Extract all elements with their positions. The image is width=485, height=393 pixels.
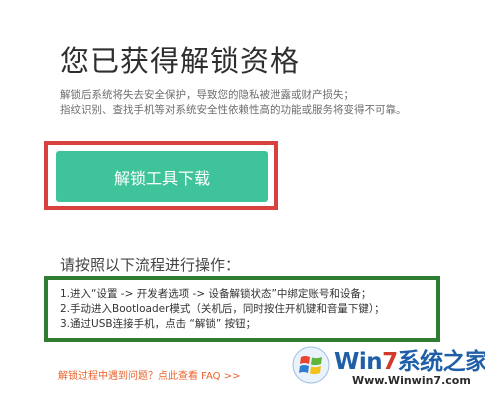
unlock-tool-download-button[interactable]: 解锁工具下载	[56, 151, 268, 202]
page-title: 您已获得解锁资格	[60, 44, 301, 78]
step-item: 1.进入“设置 -> 开发者选项 -> 设备解锁状态”中绑定账号和设备；	[60, 288, 372, 300]
step-item: 3.通过USB连接手机，点击 “解锁” 按钮；	[60, 318, 257, 330]
warning-text: 解锁后系统将失去安全保护，导致您的隐私被泄露或财产损失； 指纹识别、查找手机等对…	[60, 88, 407, 118]
unlock-page: 您已获得解锁资格 解锁后系统将失去安全保护，导致您的隐私被泄露或财产损失； 指纹…	[0, 0, 485, 393]
warning-line-1: 解锁后系统将失去安全保护，导致您的隐私被泄露或财产损失；	[60, 89, 354, 101]
faq-help-link[interactable]: 解锁过程中遇到问题？点此查看 FAQ >>	[58, 367, 241, 382]
site-watermark: Win7系统之家 Www.Winwin7.com	[292, 340, 485, 392]
windows-flag-icon	[292, 346, 330, 384]
download-button-label: 解锁工具下载	[113, 168, 210, 188]
steps-list: 1.进入“设置 -> 开发者选项 -> 设备解锁状态”中绑定账号和设备； 2.手…	[60, 287, 385, 332]
watermark-logo-text: Win7系统之家	[334, 349, 485, 375]
steps-title: 请按照以下流程进行操作：	[60, 256, 241, 274]
step-item: 2.手动进入Bootloader模式（关机后，同时按住开机键和音量下键）；	[60, 303, 385, 315]
warning-line-2: 指纹识别、查找手机等对系统安全性依赖性高的功能或服务将变得不可靠。	[60, 104, 407, 116]
watermark-url: Www.Winwin7.com	[352, 374, 471, 387]
